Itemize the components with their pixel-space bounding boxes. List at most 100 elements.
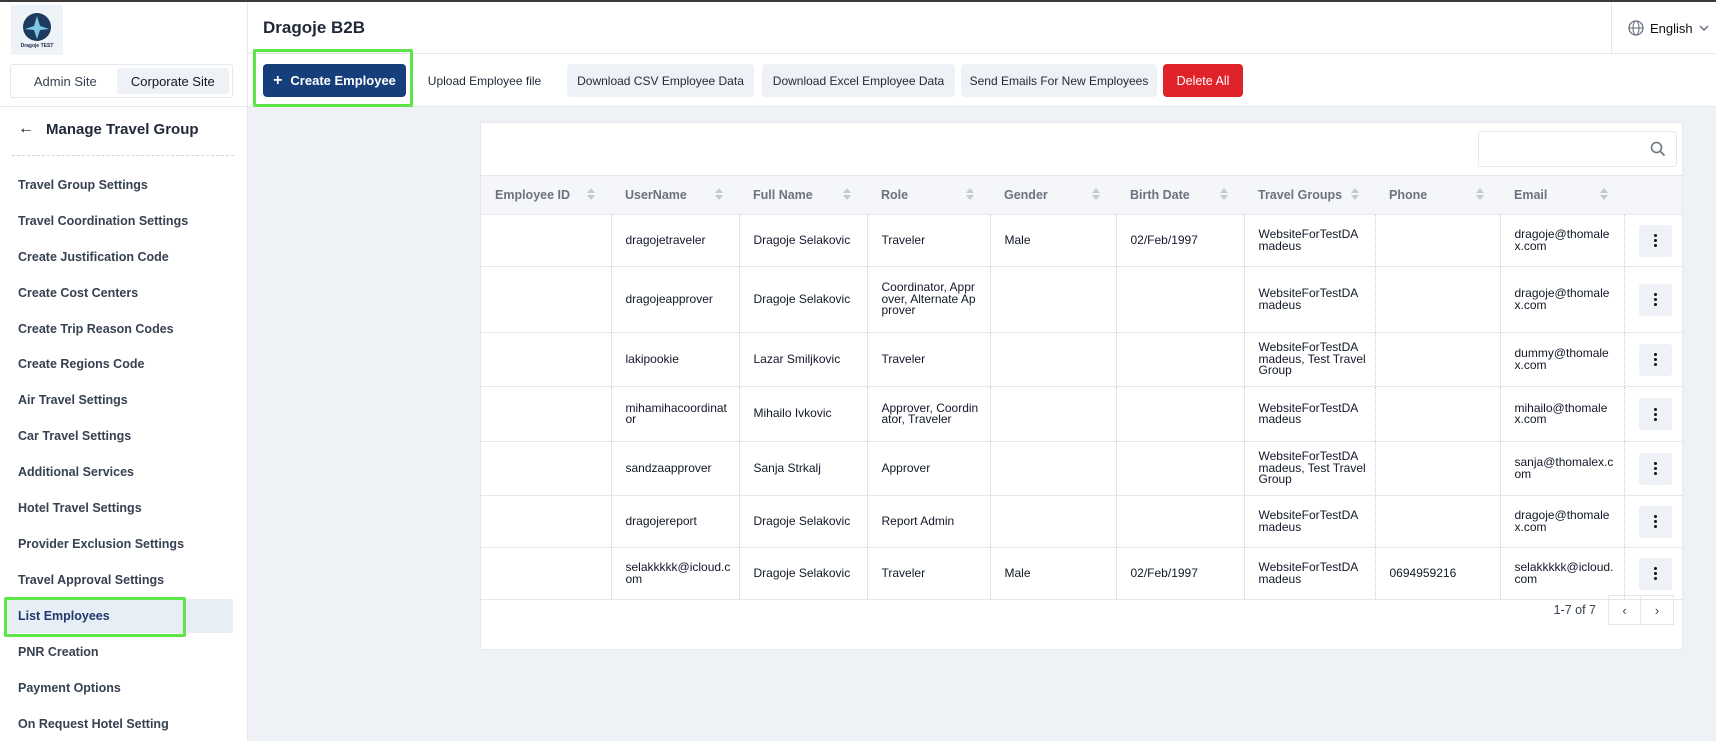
cell-full-name: Dragoje Selakovic [739,214,868,267]
sort-icon[interactable] [966,188,974,200]
sidebar-item-travel-coordination-settings[interactable]: Travel Coordination Settings [5,204,233,238]
sidebar-item-create-regions-code[interactable]: Create Regions Code [5,347,233,381]
cell-role: Approver [867,441,991,496]
column-header-full-name[interactable]: Full Name [739,175,867,215]
cell-phone [1375,441,1501,496]
download-csv-button[interactable]: Download CSV Employee Data [567,64,754,97]
cell-phone: 0694959216 [1375,547,1501,600]
sort-icon[interactable] [1092,188,1100,200]
cell-phone [1375,495,1501,548]
table-row[interactable]: sandzaapprover Sanja Strkalj Approver We… [481,441,1682,496]
cell-employee-id [481,214,612,267]
language-selector[interactable]: English [1611,2,1716,54]
back-arrow-icon[interactable]: ← [18,120,46,138]
cell-gender [990,332,1117,387]
pagination: 1-7 of 7 ‹ › [1554,595,1674,625]
cell-full-name: Lazar Smiljkovic [739,332,868,387]
chevron-right-icon[interactable]: › [1641,595,1674,625]
sidebar-item-create-cost-centers[interactable]: Create Cost Centers [5,276,233,310]
cell-email: dummy@thomalex.com [1500,332,1625,387]
admin-site-tab[interactable]: Admin Site [14,68,117,94]
table-row[interactable]: dragojereport Dragoje Selakovic Report A… [481,495,1682,548]
sidebar-item-travel-group-settings[interactable]: Travel Group Settings [5,168,233,202]
column-header-gender[interactable]: Gender [990,175,1116,215]
sidebar-item-on-request-hotel-setting[interactable]: On Request Hotel Setting [5,707,233,741]
cell-username: dragojeapprover [611,266,740,333]
chevron-left-icon[interactable]: ‹ [1608,595,1641,625]
page-header: Dragoje B2B English [248,2,1716,54]
cell-gender: Male [990,214,1117,267]
cell-phone [1375,386,1501,442]
column-header-role[interactable]: Role [867,175,990,215]
sidebar-item-air-travel-settings[interactable]: Air Travel Settings [5,383,233,417]
column-header-travel-groups[interactable]: Travel Groups [1244,175,1375,215]
search-icon[interactable] [1650,141,1666,157]
table-row[interactable]: mihamihacoordinator Mihailo Ivkovic Appr… [481,386,1682,442]
column-header-label: Employee ID [495,188,571,202]
column-header-label: Email [1514,188,1548,202]
page-title: Dragoje B2B [263,18,366,37]
cell-gender [990,495,1117,548]
table-row[interactable]: dragojeapprover Dragoje Selakovic Coordi… [481,266,1682,333]
sidebar-item-travel-approval-settings[interactable]: Travel Approval Settings [5,563,233,597]
sidebar-item-create-justification-code[interactable]: Create Justification Code [5,240,233,274]
more-vertical-icon[interactable] [1638,452,1672,485]
column-header-birth-date[interactable]: Birth Date [1116,175,1244,215]
table-row[interactable]: selakkkkk@icloud.com Dragoje Selakovic T… [481,547,1682,600]
column-header-employee-id[interactable]: Employee ID [481,175,611,215]
sort-icon[interactable] [1351,188,1359,200]
cell-employee-id [481,266,612,333]
sort-icon[interactable] [1220,188,1228,200]
cell-phone [1375,266,1501,333]
sort-icon[interactable] [1476,188,1484,200]
sidebar-item-provider-exclusion-settings[interactable]: Provider Exclusion Settings [5,527,233,561]
column-header-phone[interactable]: Phone [1375,175,1500,215]
cell-username: dragojetraveler [611,214,740,267]
cell-birth-date [1116,495,1245,548]
cell-role: Traveler [867,214,991,267]
column-header-email[interactable]: Email [1500,175,1624,215]
download-excel-button[interactable]: Download Excel Employee Data [762,64,955,97]
cell-role: Approver, Coordinator, Traveler [867,386,991,442]
sidebar-item-pnr-creation[interactable]: PNR Creation [5,635,233,669]
cell-username: lakipookie [611,332,740,387]
sidebar-item-payment-options[interactable]: Payment Options [5,671,233,705]
more-vertical-icon[interactable] [1638,505,1672,538]
sidebar-item-hotel-travel-settings[interactable]: Hotel Travel Settings [5,491,233,525]
more-vertical-icon[interactable] [1638,557,1672,590]
back-nav[interactable]: ← Manage Travel Group [18,120,199,138]
sidebar-item-additional-services[interactable]: Additional Services [5,455,233,489]
cell-username: dragojereport [611,495,740,548]
corporate-site-tab[interactable]: Corporate Site [116,68,229,94]
sort-icon[interactable] [587,188,595,200]
column-header-label: Full Name [753,188,813,202]
sidebar-item-car-travel-settings[interactable]: Car Travel Settings [5,419,233,453]
table-row[interactable]: lakipookie Lazar Smiljkovic Traveler Web… [481,332,1682,387]
cell-actions [1624,266,1682,333]
search-input[interactable] [1478,131,1677,167]
column-header-username[interactable]: UserName [611,175,739,215]
cell-actions [1624,386,1682,442]
upload-employee-file-button[interactable]: Upload Employee file [413,64,556,97]
cell-email: mihailo@thomalex.com [1500,386,1625,442]
more-vertical-icon[interactable] [1638,398,1672,430]
sort-icon[interactable] [843,188,851,200]
send-emails-button[interactable]: Send Emails For New Employees [961,64,1157,97]
cell-role: Report Admin [867,495,991,548]
cell-travel-groups: WebsiteForTestDAmadeus, Test Travel Grou… [1244,441,1376,496]
table-row[interactable]: dragojetraveler Dragoje Selakovic Travel… [481,214,1682,267]
column-header-actions [1624,175,1682,215]
sort-icon[interactable] [1600,188,1608,200]
delete-all-button[interactable]: Delete All [1163,64,1243,97]
sidebar-item-create-trip-reason-codes[interactable]: Create Trip Reason Codes [5,312,233,346]
cell-username: sandzaapprover [611,441,740,496]
cell-employee-id [481,547,612,600]
cell-employee-id [481,332,612,387]
more-vertical-icon[interactable] [1638,343,1672,376]
more-vertical-icon[interactable] [1638,283,1672,316]
sort-icon[interactable] [715,188,723,200]
sidebar-divider [0,106,248,107]
app-logo[interactable]: Dragoje TEST [11,5,63,55]
more-vertical-icon[interactable] [1638,224,1672,257]
employee-table: Employee ID UserName Full Name Role Gend… [481,175,1682,600]
